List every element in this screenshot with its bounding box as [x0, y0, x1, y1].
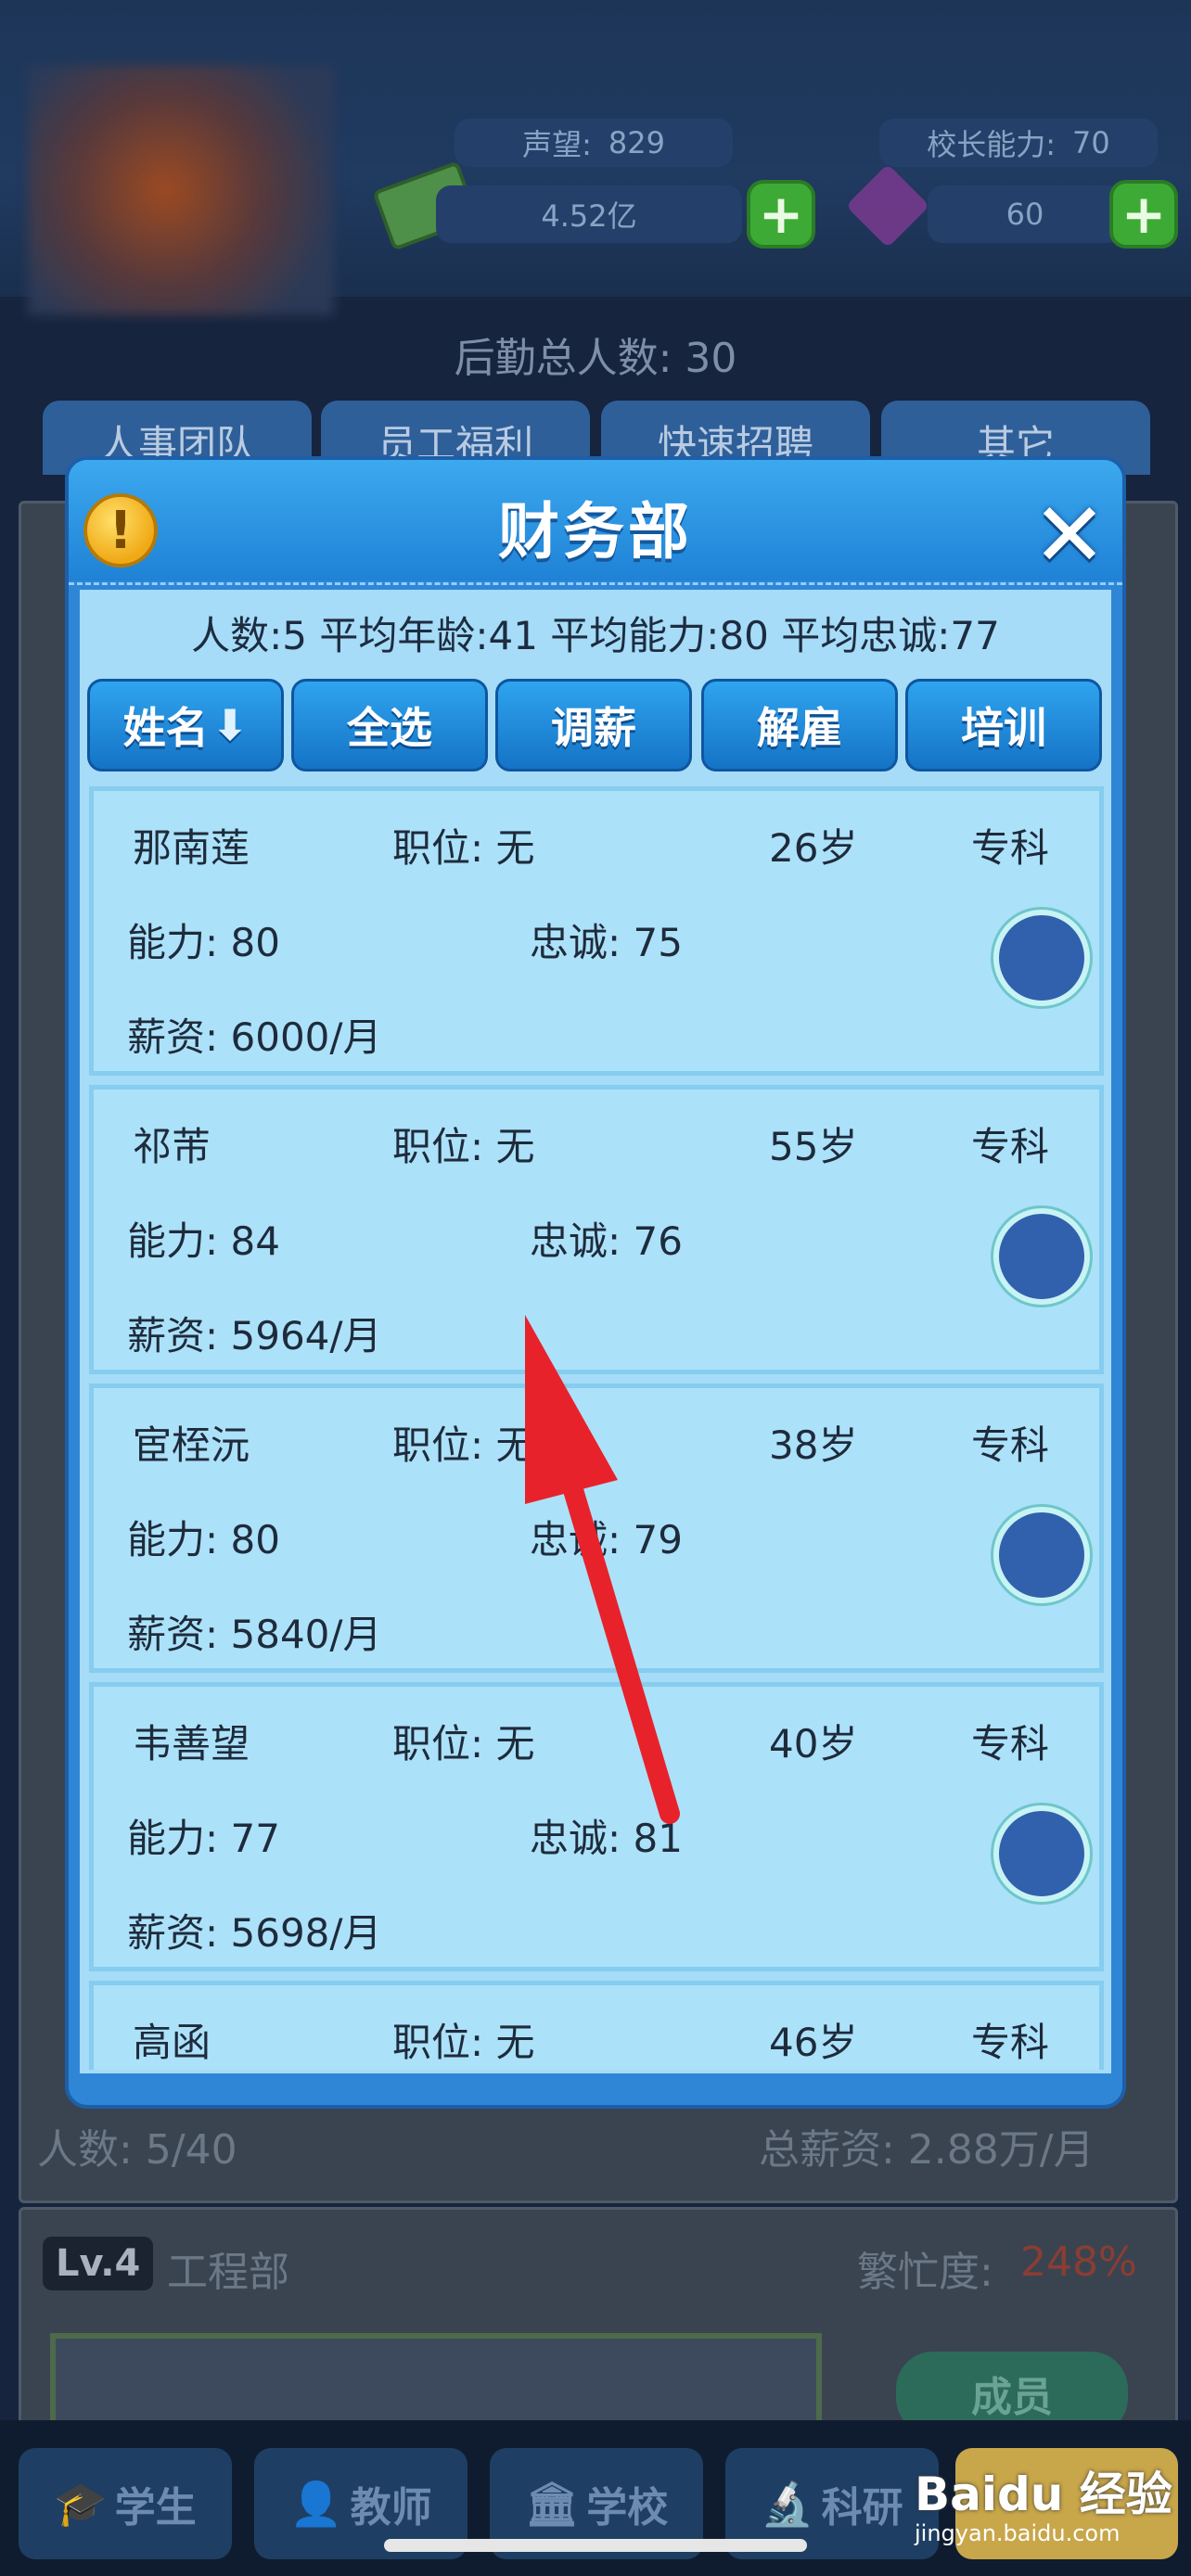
employee-position: 职位: 无	[392, 825, 535, 871]
employee-age: 40岁	[769, 1721, 858, 1766]
select-radio[interactable]	[993, 1805, 1090, 1902]
engineering-busy-value: 248%	[1020, 2238, 1137, 2286]
close-icon[interactable]: ✕	[1030, 491, 1109, 580]
employee-name: 韦善望	[133, 1721, 250, 1766]
engineering-name: 工程部	[167, 2249, 289, 2296]
employee-loyalty: 忠诚: 81	[530, 1816, 683, 1861]
dialog-title: 财务部	[498, 496, 693, 567]
employee-card[interactable]: 宦桎沅 职位: 无 38岁 专科 能力: 80 忠诚: 79 薪资: 5840/…	[89, 1384, 1104, 1673]
employee-name: 祁芾	[133, 1124, 211, 1169]
add-money-button[interactable]: +	[747, 180, 815, 249]
teacher-icon: 👤	[289, 2478, 343, 2529]
train-button[interactable]: 培训	[905, 679, 1102, 772]
employee-salary: 薪资: 6000/月	[127, 1014, 382, 1060]
avatar[interactable]	[28, 65, 334, 315]
engineering-busy-label: 繁忙度:	[857, 2249, 993, 2296]
finance-footer-salary: 总薪资: 2.88万/月	[759, 2126, 1095, 2174]
adjust-salary-button[interactable]: 调薪	[495, 679, 692, 772]
employee-name: 高函	[133, 2020, 211, 2065]
add-gems-button[interactable]: +	[1109, 180, 1178, 249]
finance-footer-count: 人数: 5/40	[37, 2126, 237, 2174]
employee-loyalty: 忠诚: 75	[530, 920, 683, 965]
select-radio[interactable]	[993, 910, 1090, 1006]
sort-by-name-label: 姓名	[122, 703, 209, 753]
employee-position: 职位: 无	[392, 1124, 535, 1169]
employee-ability: 能力: 80	[127, 1517, 280, 1562]
engineering-level-badge: Lv.4	[43, 2237, 154, 2290]
school-icon: 🏛	[524, 2478, 580, 2529]
money-value: 4.52亿	[541, 198, 637, 234]
reputation-pill: 声望: 829	[455, 119, 733, 167]
principal-label: 校长能力:	[927, 127, 1057, 162]
employee-age: 55岁	[769, 1124, 858, 1169]
employee-salary: 薪资: 5964/月	[127, 1313, 382, 1358]
home-indicator[interactable]	[384, 2539, 807, 2552]
employee-education: 专科	[971, 1721, 1050, 1766]
principal-value: 70	[1072, 125, 1110, 160]
arrow-down-icon: ⬇	[211, 700, 249, 750]
nav-school-label: 学校	[586, 2484, 669, 2531]
money-pill: 4.52亿	[436, 185, 742, 243]
employee-name: 那南莲	[133, 825, 250, 871]
employee-card[interactable]: 祁芾 职位: 无 55岁 专科 能力: 84 忠诚: 76 薪资: 5964/月	[89, 1085, 1104, 1374]
employee-ability: 能力: 77	[127, 1816, 280, 1861]
reputation-label: 声望:	[522, 127, 592, 162]
employee-education: 专科	[971, 1124, 1050, 1169]
employee-salary: 薪资: 5840/月	[127, 1612, 382, 1657]
gems-value: 60	[1005, 197, 1044, 232]
employee-age: 26岁	[769, 825, 858, 871]
employee-loyalty: 忠诚: 76	[530, 1218, 683, 1264]
employee-ability: 能力: 80	[127, 920, 280, 965]
employee-card[interactable]: 那南莲 职位: 无 26岁 专科 能力: 80 忠诚: 75 薪资: 6000/…	[89, 786, 1104, 1076]
select-radio[interactable]	[993, 1208, 1090, 1305]
microscope-icon: 🔬	[761, 2478, 814, 2529]
employee-position: 职位: 无	[392, 1721, 535, 1766]
employee-card[interactable]: 韦善望 职位: 无 40岁 专科 能力: 77 忠诚: 81 薪资: 5698/…	[89, 1682, 1104, 1971]
select-all-button[interactable]: 全选	[291, 679, 488, 772]
employee-age: 38岁	[769, 1422, 858, 1468]
employee-position: 职位: 无	[392, 1422, 535, 1468]
sort-by-name-button[interactable]: 姓名 ⬇	[87, 679, 284, 772]
employee-name: 宦桎沅	[133, 1422, 250, 1468]
watermark-logo: Baidu 经验	[915, 2468, 1172, 2521]
watermark-url: jingyan.baidu.com	[915, 2520, 1121, 2546]
employee-loyalty: 忠诚: 79	[530, 1517, 683, 1562]
gems-pill: 60	[928, 185, 1122, 243]
header-divider	[69, 582, 1122, 585]
employee-list[interactable]: 那南莲 职位: 无 26岁 专科 能力: 80 忠诚: 75 薪资: 6000/…	[89, 786, 1104, 2070]
department-stats: 人数:5 平均年龄:41 平均能力:80 平均忠诚:77	[191, 613, 1000, 658]
nav-students[interactable]: 🎓 学生	[19, 2448, 232, 2559]
nav-teachers-label: 教师	[350, 2484, 432, 2531]
principal-ability-pill: 校长能力: 70	[879, 119, 1158, 167]
dismiss-button[interactable]: 解雇	[701, 679, 898, 772]
employee-salary: 薪资: 5698/月	[127, 1910, 382, 1956]
reputation-value: 829	[608, 125, 665, 160]
nav-research-label: 科研	[821, 2484, 903, 2531]
student-cap-icon: 🎓	[54, 2478, 108, 2529]
employee-education: 专科	[971, 2020, 1050, 2065]
nav-students-label: 学生	[114, 2484, 197, 2531]
logistics-total: 后勤总人数: 30	[454, 335, 737, 382]
employee-age: 46岁	[769, 2020, 858, 2065]
employee-position: 职位: 无	[392, 2020, 535, 2065]
employee-ability: 能力: 84	[127, 1218, 280, 1264]
select-radio[interactable]	[993, 1507, 1090, 1603]
employee-card[interactable]: 高函 职位: 无 46岁 专科	[89, 1981, 1104, 2070]
employee-education: 专科	[971, 825, 1050, 871]
employee-education: 专科	[971, 1422, 1050, 1468]
